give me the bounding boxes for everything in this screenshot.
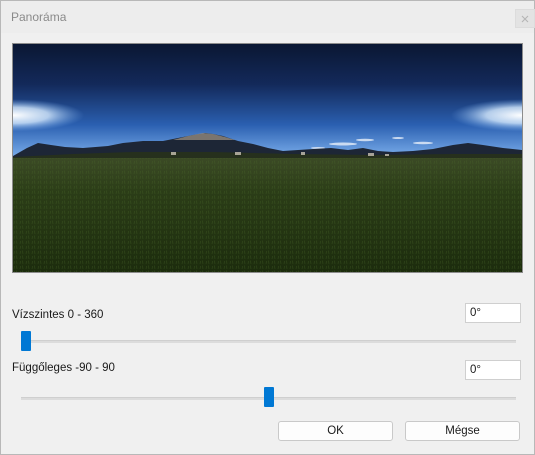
horizontal-label: Vízszintes 0 - 360 bbox=[12, 309, 104, 321]
close-icon bbox=[521, 15, 529, 22]
cancel-button[interactable]: Mégse bbox=[405, 421, 520, 441]
vertical-slider-thumb[interactable] bbox=[263, 387, 274, 407]
title-bar: Panoráma bbox=[1, 1, 535, 33]
ok-button[interactable]: OK bbox=[278, 421, 393, 441]
panorama-preview-image bbox=[12, 43, 523, 273]
panorama-dialog: Panoráma Vízszintes 0 - 360 0° Függőlege… bbox=[0, 0, 535, 455]
close-button[interactable] bbox=[515, 9, 535, 28]
horizontal-slider-track[interactable] bbox=[21, 340, 516, 343]
vertical-label: Függőleges -90 - 90 bbox=[12, 362, 115, 374]
horizontal-slider-thumb[interactable] bbox=[21, 331, 31, 351]
window-title: Panoráma bbox=[11, 10, 67, 24]
vertical-value-input[interactable]: 0° bbox=[465, 360, 521, 380]
horizontal-value-input[interactable]: 0° bbox=[465, 303, 521, 323]
